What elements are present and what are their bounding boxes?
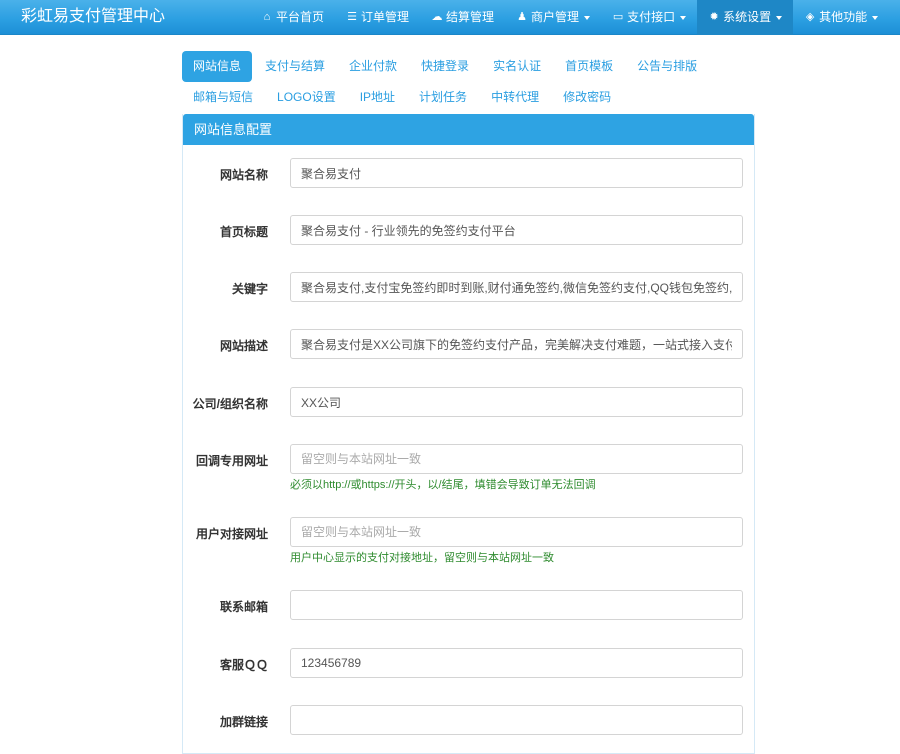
homepage-title-input[interactable] xyxy=(290,215,743,245)
caret-down-icon xyxy=(680,15,687,20)
field-label: 加群链接 xyxy=(219,715,268,729)
tab-logo-settings[interactable]: LOGO设置 xyxy=(266,82,347,113)
tab-ip-address[interactable]: IP地址 xyxy=(349,82,406,113)
tab-row-2: 邮箱与短信 LOGO设置 IP地址 计划任务 中转代理 修改密码 xyxy=(182,82,762,113)
list-icon: ☰ xyxy=(347,11,357,23)
caret-down-icon xyxy=(872,15,879,20)
nav-label: 结算管理 xyxy=(446,10,495,24)
caret-down-icon xyxy=(776,15,783,20)
credit-card-icon: ▭ xyxy=(612,11,624,23)
home-icon: ⌂ xyxy=(263,11,271,23)
site-name-input[interactable] xyxy=(290,158,743,188)
nav-label: 系统设置 xyxy=(723,10,772,24)
user-api-url-input[interactable] xyxy=(290,517,743,547)
field-label: 网站描述 xyxy=(219,339,268,353)
user-icon: ♟ xyxy=(517,11,527,23)
group-link-input[interactable] xyxy=(290,705,743,735)
nav-settlement[interactable]: ☁ 结算管理 xyxy=(420,0,505,35)
tab-announcement-layout[interactable]: 公告与排版 xyxy=(626,51,708,82)
settings-tabs: 网站信息 支付与结算 企业付款 快捷登录 实名认证 首页模板 公告与排版 邮箱与… xyxy=(182,51,762,113)
tab-homepage-template[interactable]: 首页模板 xyxy=(554,51,624,82)
field-label: 公司/组织名称 xyxy=(192,397,268,411)
nav-merchants[interactable]: ♟ 商户管理 xyxy=(505,0,601,35)
nav-other-functions[interactable]: ◈ 其他功能 xyxy=(793,0,889,35)
nav-orders[interactable]: ☰ 订单管理 xyxy=(335,0,420,35)
field-label: 网站名称 xyxy=(219,168,268,182)
cloud-icon: ☁ xyxy=(431,11,443,23)
tab-relay-proxy[interactable]: 中转代理 xyxy=(480,82,550,113)
nav-label: 商户管理 xyxy=(531,10,580,24)
nav-label: 其他功能 xyxy=(819,10,868,24)
contact-email-input[interactable] xyxy=(290,590,743,620)
description-input[interactable] xyxy=(290,329,743,359)
company-name-input[interactable] xyxy=(290,387,743,417)
tab-change-password[interactable]: 修改密码 xyxy=(552,82,622,113)
tab-site-info[interactable]: 网站信息 xyxy=(182,51,253,82)
caret-down-icon xyxy=(584,15,591,20)
user-api-url-help: 用户中心显示的支付对接地址，留空则与本站网址一致 xyxy=(290,552,554,564)
cube-icon: ◈ xyxy=(805,11,815,23)
tab-payment-settlement[interactable]: 支付与结算 xyxy=(254,51,336,82)
site-info-panel: 网站信息配置 网站名称 首页标题 关键字 网站描述 公司/组织名称 回调专用网址… xyxy=(182,114,755,754)
field-label: 联系邮箱 xyxy=(219,600,268,614)
tab-enterprise-payment[interactable]: 企业付款 xyxy=(338,51,408,82)
nav-home[interactable]: ⌂ 平台首页 xyxy=(250,0,335,35)
tab-real-name[interactable]: 实名认证 xyxy=(482,51,552,82)
nav-label: 订单管理 xyxy=(361,10,410,24)
field-label: 首页标题 xyxy=(219,225,268,239)
tab-quick-login[interactable]: 快捷登录 xyxy=(410,51,480,82)
nav-label: 支付接口 xyxy=(627,10,676,24)
brand-title[interactable]: 彩虹易支付管理中心 xyxy=(21,0,165,35)
callback-url-input[interactable] xyxy=(290,444,743,474)
main-nav: ⌂ 平台首页 ☰ 订单管理 ☁ 结算管理 ♟ 商户管理 ▭ 支付接口 ✹ 系统设… xyxy=(250,0,900,35)
top-navbar: 彩虹易支付管理中心 ⌂ 平台首页 ☰ 订单管理 ☁ 结算管理 ♟ 商户管理 ▭ … xyxy=(0,0,900,35)
tab-scheduled-tasks[interactable]: 计划任务 xyxy=(408,82,478,113)
callback-url-help: 必须以http://或https://开头，以/结尾，填错会导致订单无法回调 xyxy=(290,479,596,491)
nav-label: 平台首页 xyxy=(276,10,325,24)
field-label: 用户对接网址 xyxy=(195,527,268,541)
nav-system-settings[interactable]: ✹ 系统设置 xyxy=(697,0,794,35)
field-label: 客服ＱＱ xyxy=(219,658,268,672)
tab-email-sms[interactable]: 邮箱与短信 xyxy=(182,82,264,113)
field-label: 关键字 xyxy=(231,282,268,296)
panel-title: 网站信息配置 xyxy=(183,114,754,145)
gear-icon: ✹ xyxy=(709,11,719,23)
nav-payment-interface[interactable]: ▭ 支付接口 xyxy=(601,0,697,35)
service-qq-input[interactable] xyxy=(290,648,743,678)
keywords-input[interactable] xyxy=(290,272,743,302)
field-label: 回调专用网址 xyxy=(195,454,268,468)
tab-row-1: 网站信息 支付与结算 企业付款 快捷登录 实名认证 首页模板 公告与排版 xyxy=(182,51,762,82)
nav-logout[interactable]: ⏻ 退出登陆 xyxy=(889,0,900,35)
